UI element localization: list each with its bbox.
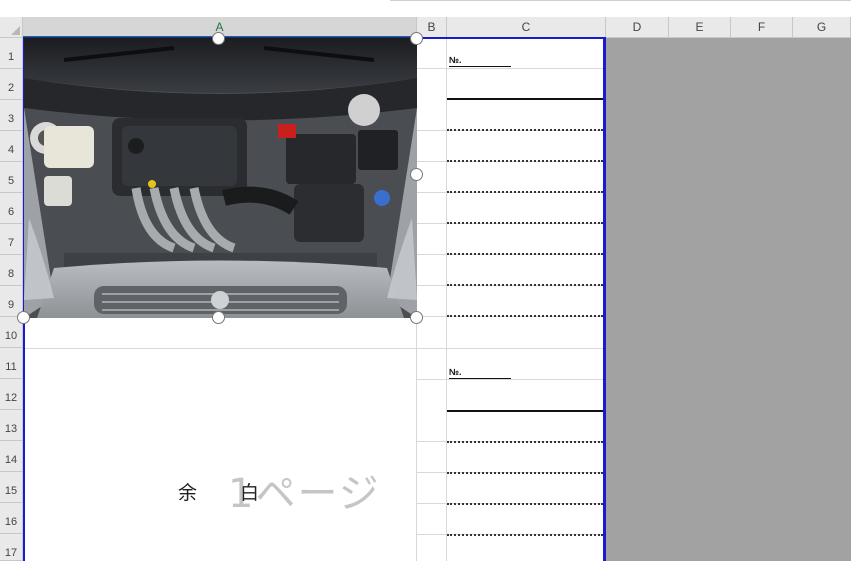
- row-header-1[interactable]: 1: [0, 38, 23, 69]
- dotted-line: [447, 503, 603, 505]
- underline: [447, 98, 603, 100]
- number-label: №.: [449, 367, 511, 379]
- row-header-11[interactable]: 11: [0, 348, 23, 379]
- resize-handle-top[interactable]: [212, 32, 225, 45]
- row-header-3[interactable]: 3: [0, 100, 23, 131]
- gridline: [25, 348, 604, 349]
- row-header-6[interactable]: 6: [0, 193, 23, 224]
- row-header-7[interactable]: 7: [0, 224, 23, 255]
- resize-handle-bottom-left[interactable]: [17, 311, 30, 324]
- column-header-g[interactable]: G: [793, 17, 851, 38]
- row-header-5[interactable]: 5: [0, 162, 23, 193]
- row-header-15[interactable]: 15: [0, 472, 23, 503]
- cell-text-yo: 余: [178, 482, 198, 504]
- row-header-16[interactable]: 16: [0, 503, 23, 534]
- resize-handle-bottom-right[interactable]: [410, 311, 423, 324]
- column-header-f[interactable]: F: [731, 17, 793, 38]
- resize-handle-top-right[interactable]: [410, 32, 423, 45]
- row-header-13[interactable]: 13: [0, 410, 23, 441]
- gridline: [417, 379, 604, 380]
- dotted-line: [447, 160, 603, 162]
- engine-bay-image[interactable]: [24, 38, 417, 318]
- select-all-button[interactable]: [0, 17, 23, 38]
- cell-text-haku: 白: [240, 482, 260, 504]
- column-header-d[interactable]: D: [606, 17, 669, 38]
- resize-handle-right[interactable]: [410, 168, 423, 181]
- row-header-12[interactable]: 12: [0, 379, 23, 410]
- column-header-c[interactable]: C: [447, 17, 606, 38]
- resize-handle-bottom[interactable]: [212, 311, 225, 324]
- dotted-line: [447, 534, 603, 536]
- number-label: №.: [449, 55, 511, 67]
- top-strip: [0, 0, 851, 17]
- row-header-14[interactable]: 14: [0, 441, 23, 472]
- dotted-line: [447, 222, 603, 224]
- spreadsheet-grid[interactable]: A B C D E F G 1 2 3 4 5 6 7 8 9 10 11 12…: [0, 0, 851, 561]
- column-header-e[interactable]: E: [669, 17, 731, 38]
- dotted-line: [447, 472, 603, 474]
- dotted-line: [447, 315, 603, 317]
- dotted-line: [447, 191, 603, 193]
- gridline: [417, 68, 604, 69]
- dotted-line: [447, 441, 603, 443]
- page-break-right[interactable]: [603, 38, 606, 561]
- gridline: [446, 38, 447, 561]
- underline: [447, 410, 603, 412]
- row-header-8[interactable]: 8: [0, 255, 23, 286]
- dotted-line: [447, 284, 603, 286]
- outside-print-area: [606, 38, 851, 561]
- row-header-17[interactable]: 17: [0, 534, 23, 561]
- dotted-line: [447, 129, 603, 131]
- dotted-line: [447, 253, 603, 255]
- row-header-4[interactable]: 4: [0, 131, 23, 162]
- row-header-2[interactable]: 2: [0, 69, 23, 100]
